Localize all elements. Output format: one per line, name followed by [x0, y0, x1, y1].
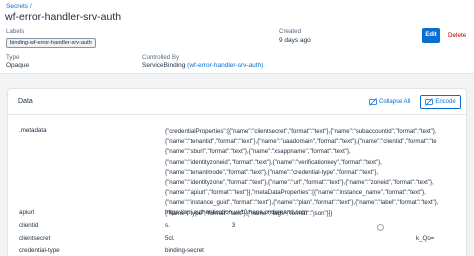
collapse-all-label: Collapse All [379, 99, 411, 105]
metadata-line: {"name":"tenantid","format":"text"},{"na… [165, 138, 437, 146]
collapse-all-button[interactable]: Collapse All [369, 96, 410, 108]
clientsecret-key: clientsecret [19, 235, 51, 242]
clientsecret-value: 5cl. [165, 235, 175, 242]
label-tag: binding-wf-error-handler-srv-auth [6, 38, 96, 48]
controlled-by-kind: ServiceBinding [142, 62, 186, 69]
metadata-line: {"name":"tenantmode","format":"text"},{"… [165, 168, 379, 176]
controlled-by-label: Controlled By [142, 54, 180, 61]
cursor-circle [377, 224, 384, 231]
page-title: wf-error-handler-srv-auth [5, 11, 122, 23]
apiurl-value: https://api.authentication.us10.hana.ond… [165, 209, 308, 216]
type-value: Opaque [6, 62, 30, 69]
edit-button[interactable]: Edit [422, 28, 440, 43]
credential-type-key: credential-type [19, 247, 60, 254]
credential-type-value: binding-secret [165, 247, 204, 254]
created-value: 9 days ago [279, 37, 311, 44]
controlled-by-name[interactable]: (wf-error-handler-srv-auth) [187, 62, 263, 69]
metadata-line: {"name":"apiurl","format":"text"}],"meta… [165, 189, 426, 197]
encode-button[interactable]: Encode [420, 95, 461, 109]
clientsecret-value-tail: k_Qo= [416, 235, 435, 242]
controlled-by-link[interactable]: ServiceBinding (wf-error-handler-srv-aut… [142, 62, 263, 69]
card-divider [8, 114, 466, 115]
metadata-value: {"credentialProperties":[{"name":"client… [165, 127, 465, 219]
metadata-line: {"name":"identityzoneid","format":"text"… [165, 158, 382, 166]
clientid-key: clientid [19, 222, 39, 229]
data-card-title: Data [18, 98, 33, 105]
delete-button[interactable]: Delete [448, 32, 466, 39]
labels-label: Labels [6, 28, 25, 35]
clientid-value: s. 3 [165, 222, 236, 229]
encode-icon [425, 98, 434, 106]
type-label: Type [6, 54, 20, 61]
metadata-key: .metadata [19, 127, 47, 134]
encode-label: Encode [435, 99, 456, 105]
secret-header: Secrets / wf-error-handler-srv-auth Labe… [0, 0, 474, 74]
data-card: Data Collapse All Encode .metadata {"cre… [8, 89, 466, 256]
metadata-line: {"name":"identityzone","format":"text"},… [165, 178, 434, 186]
breadcrumb[interactable]: Secrets / [6, 3, 32, 10]
created-label: Created [279, 28, 302, 35]
apiurl-key: apiurl [19, 209, 35, 216]
metadata-line: {"name":"instance_guid","format":"text"}… [165, 199, 439, 207]
metadata-line: {"name":"sburl","format":"text"},{"name"… [165, 148, 351, 156]
metadata-line: {"credentialProperties":[{"name":"client… [165, 128, 437, 135]
collapse-all-icon [369, 98, 377, 106]
